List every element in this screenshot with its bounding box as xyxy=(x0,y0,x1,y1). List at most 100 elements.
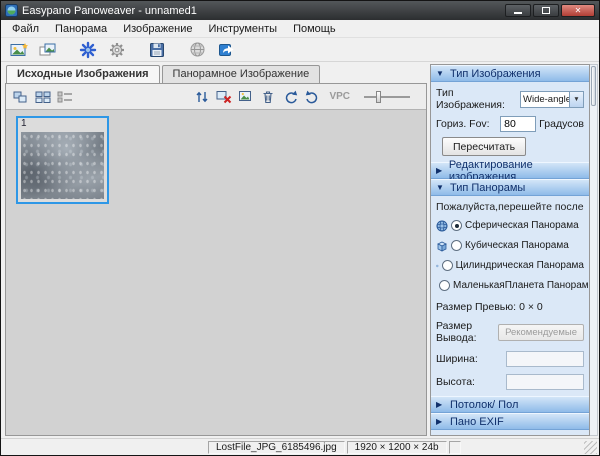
restitch-hint: Пожалуйста,перешейте после xyxy=(436,201,584,213)
maximize-button[interactable] xyxy=(533,4,559,17)
open-images-button[interactable] xyxy=(36,39,60,60)
title-bar[interactable]: Easypano Panoweaver - unnamed1 ✕ xyxy=(1,1,599,20)
trash-icon xyxy=(263,90,273,103)
new-panorama-button[interactable] xyxy=(7,39,31,60)
source-thumbnail-selected[interactable]: 1 xyxy=(16,116,109,204)
image-type-dropdown[interactable]: Wide-angle/ N ▼ xyxy=(520,90,584,108)
menu-bar: Файл Панорама Изображение Инструменты По… xyxy=(1,20,599,38)
chevron-down-icon[interactable]: ▼ xyxy=(569,91,583,107)
panorama-option-2[interactable]: Цилиндрическая Панорама xyxy=(436,258,584,273)
cylinder-icon xyxy=(436,264,439,267)
scrollbar-thumb[interactable] xyxy=(591,66,596,106)
expand-arrow-icon: ▶ xyxy=(436,166,443,175)
fov-unit-label: Градусов xyxy=(539,118,584,130)
option-label[interactable]: МаленькаяПланета Панорама xyxy=(453,280,589,291)
recalculate-button[interactable]: Пересчитать xyxy=(442,137,527,156)
source-images-canvas[interactable]: 1 xyxy=(6,109,426,435)
rotate-right-button[interactable] xyxy=(303,88,321,106)
panel-header-ceiling-floor[interactable]: ▶ Потолок/ Пол xyxy=(431,396,589,413)
status-filename: LostFile_JPG_6185496.jpg xyxy=(208,440,345,454)
menu-tools[interactable]: Инструменты xyxy=(200,21,285,37)
expand-arrow-icon: ▶ xyxy=(436,417,443,426)
height-input[interactable] xyxy=(506,374,584,390)
save-button[interactable] xyxy=(145,39,169,60)
radio-little-planet[interactable] xyxy=(439,280,450,291)
panel-scrollbar[interactable] xyxy=(590,64,598,436)
share-icon xyxy=(218,44,233,56)
resize-grip-icon[interactable] xyxy=(584,440,597,454)
image-properties-button[interactable] xyxy=(237,88,255,106)
settings-button[interactable] xyxy=(105,39,129,60)
delete-image-button[interactable] xyxy=(215,88,233,106)
main-area: Исходные Изображения Панорамное Изображе… xyxy=(1,62,599,438)
menu-image[interactable]: Изображение xyxy=(115,21,200,37)
tab-panoramic-image[interactable]: Панорамное Изображение xyxy=(161,65,321,83)
expand-arrow-icon: ▶ xyxy=(436,400,443,409)
view-small-thumbnails-icon xyxy=(35,91,51,103)
app-window: Easypano Panoweaver - unnamed1 ✕ Файл Па… xyxy=(0,0,600,456)
panel-header-image-type[interactable]: ▼ Тип Изображения xyxy=(431,65,589,82)
cube-icon xyxy=(437,241,447,252)
panel-title: Тип Изображения xyxy=(450,67,541,80)
panorama-option-0[interactable]: Сферическая Панорама xyxy=(436,218,584,233)
panel-title: Тип Панорамы xyxy=(450,181,526,194)
share-button[interactable] xyxy=(214,39,238,60)
zoom-slider[interactable] xyxy=(364,90,410,103)
radio-cubic[interactable] xyxy=(451,240,462,251)
rotate-left-button[interactable] xyxy=(281,88,299,106)
view-small-thumbnails-button[interactable] xyxy=(34,88,52,106)
stitch-button[interactable] xyxy=(76,39,100,60)
preview-size-value: 0 × 0 xyxy=(519,301,543,313)
menu-file[interactable]: Файл xyxy=(4,21,47,37)
close-button[interactable]: ✕ xyxy=(561,4,595,17)
menu-help[interactable]: Помощь xyxy=(285,21,344,37)
panorama-option-3[interactable]: МаленькаяПланета Панорама xyxy=(436,278,589,293)
status-dimensions: 1920 × 1200 × 24b xyxy=(346,440,447,454)
tab-source-images[interactable]: Исходные Изображения xyxy=(6,65,160,83)
publish-button[interactable] xyxy=(185,39,209,60)
recommended-size-button[interactable]: Рекомендуемые xyxy=(498,323,584,341)
panel-title: Потолок/ Пол xyxy=(450,398,519,411)
sort-images-button[interactable] xyxy=(193,88,211,106)
close-icon: ✕ xyxy=(574,5,582,15)
panel-header-pano-exif[interactable]: ▶ Пано EXIF xyxy=(431,413,589,430)
main-toolbar xyxy=(1,38,599,62)
option-label[interactable]: Кубическая Панорама xyxy=(465,240,569,251)
width-label: Ширина: xyxy=(436,353,478,365)
radio-spherical[interactable] xyxy=(451,220,462,231)
image-type-label: Тип Изображения: xyxy=(436,87,505,111)
window-title: Easypano Panoweaver - unnamed1 xyxy=(22,4,197,17)
status-empty-segment xyxy=(448,440,461,454)
thumbnail-index: 1 xyxy=(21,118,27,129)
settings-panel: ▼ Тип Изображения Тип Изображения: Wide-… xyxy=(430,64,590,436)
save-floppy-icon xyxy=(150,42,164,57)
panel-header-panorama-type[interactable]: ▼ Тип Панорамы xyxy=(431,179,589,196)
zoom-slider-handle[interactable] xyxy=(376,90,381,103)
minimize-button[interactable] xyxy=(505,4,531,17)
fov-input[interactable] xyxy=(500,116,537,132)
trash-button[interactable] xyxy=(259,88,277,106)
menu-panorama[interactable]: Панорама xyxy=(47,21,115,37)
source-image-toolbar: VPC xyxy=(6,84,426,109)
new-panorama-icon xyxy=(10,42,28,56)
maximize-icon xyxy=(542,7,550,14)
view-large-thumbnails-button[interactable] xyxy=(12,88,30,106)
settings-gear-icon xyxy=(110,42,124,57)
right-side: ▼ Тип Изображения Тип Изображения: Wide-… xyxy=(430,64,598,436)
sphere-icon xyxy=(436,220,448,231)
panel-header-image-edit[interactable]: ▶ Редактирование изображения xyxy=(431,159,589,183)
source-pane: Исходные Изображения Панорамное Изображе… xyxy=(5,64,427,436)
panorama-option-1[interactable]: Кубическая Панорама xyxy=(436,238,584,253)
view-list-button[interactable] xyxy=(56,88,74,106)
option-label[interactable]: Цилиндрическая Панорама xyxy=(456,260,584,271)
panel-body-image-type: Тип Изображения: Wide-angle/ N ▼ Гориз. … xyxy=(431,82,589,162)
tab-strip: Исходные Изображения Панорамное Изображе… xyxy=(5,64,427,83)
status-bar: LostFile_JPG_6185496.jpg 1920 × 1200 × 2… xyxy=(1,438,599,455)
sort-images-icon xyxy=(196,91,208,102)
option-label[interactable]: Сферическая Панорама xyxy=(465,220,579,231)
radio-cylindrical[interactable] xyxy=(441,260,453,271)
panel-title: Пано EXIF xyxy=(450,415,504,428)
fov-label: Гориз. Fov: xyxy=(436,118,490,130)
width-input[interactable] xyxy=(506,351,584,367)
panel-filler xyxy=(431,430,589,435)
